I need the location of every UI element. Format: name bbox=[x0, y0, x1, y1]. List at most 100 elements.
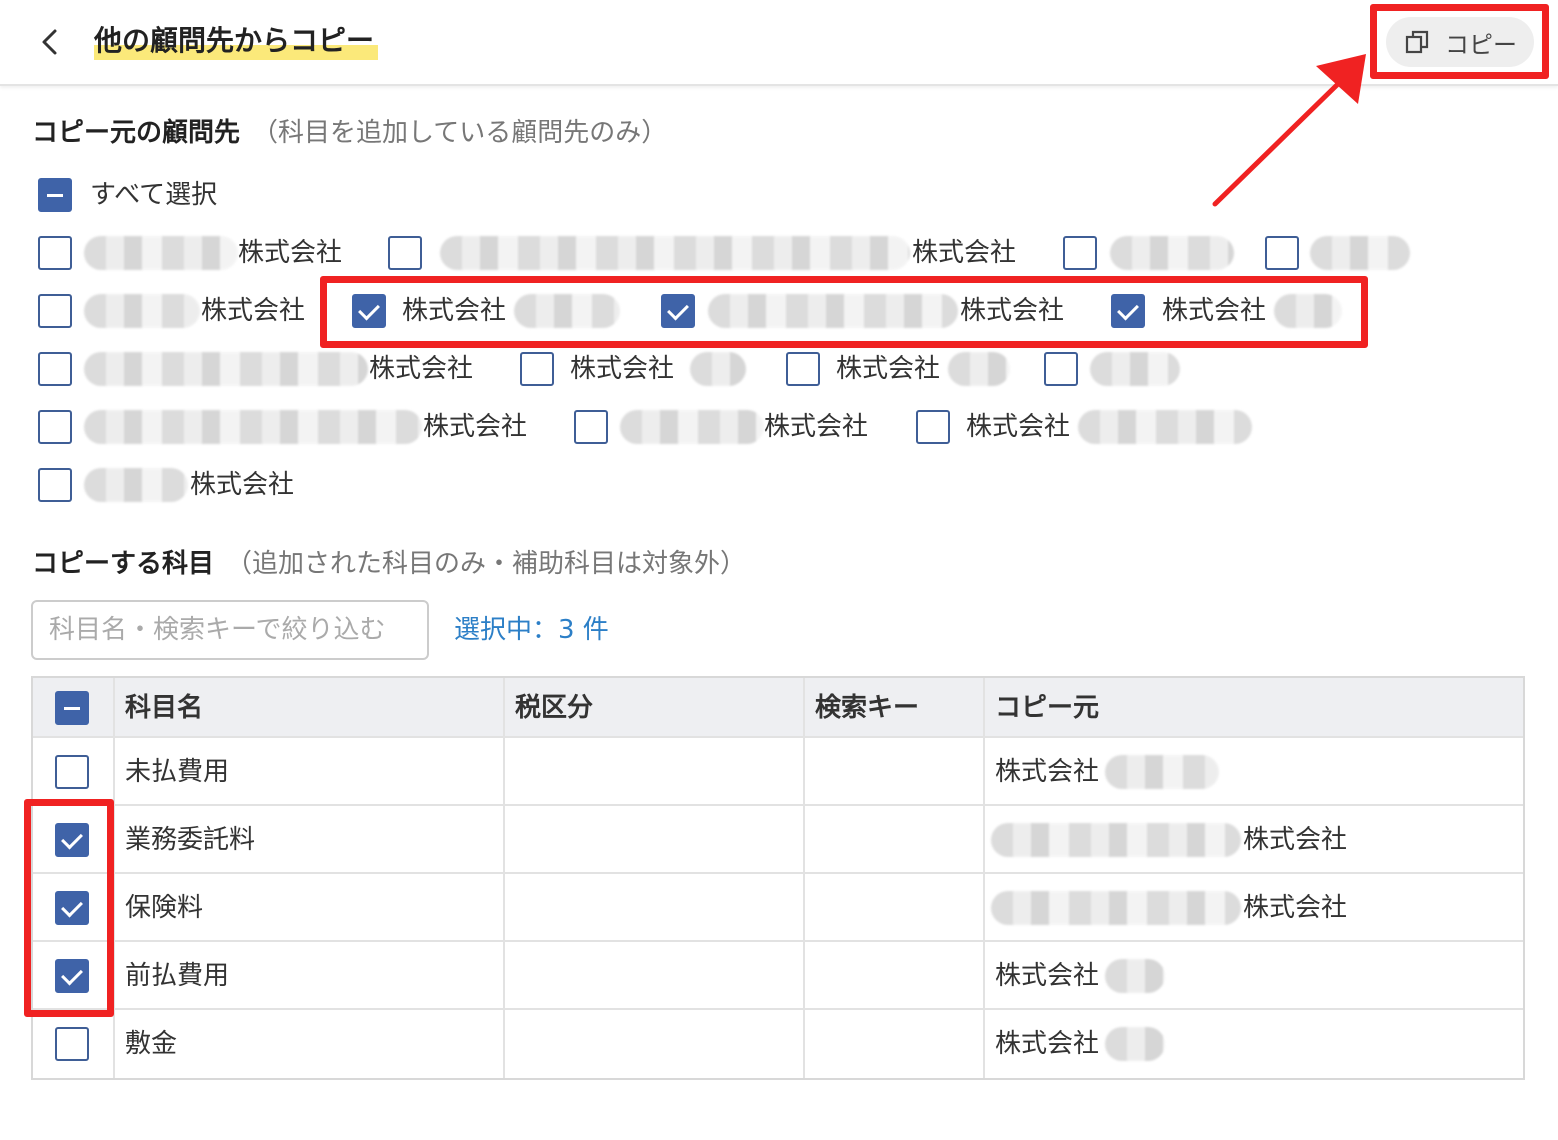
redacted-name bbox=[690, 352, 746, 386]
table-row[interactable]: 業務委託料 株式会社 bbox=[33, 806, 1523, 874]
company-label-13[interactable]: 株式会社 bbox=[423, 409, 527, 445]
company-checkbox-15[interactable] bbox=[916, 410, 950, 444]
column-header-source[interactable]: コピー元 bbox=[983, 678, 1523, 736]
source-company: 株式会社 bbox=[1243, 825, 1348, 855]
redacted-name bbox=[84, 468, 188, 502]
source-cell: 株式会社 bbox=[983, 738, 1523, 804]
row-checkbox[interactable] bbox=[55, 1027, 89, 1061]
accounts-title-note: （追加された科目のみ・補助科目は対象外） bbox=[226, 549, 747, 579]
header-select-all-checkbox[interactable] bbox=[55, 691, 89, 725]
row-checkbox-cell bbox=[33, 1010, 113, 1078]
tax-category bbox=[503, 806, 803, 872]
row-checkbox[interactable] bbox=[55, 959, 89, 993]
redacted-name bbox=[708, 294, 958, 328]
row-checkbox[interactable] bbox=[55, 755, 89, 789]
tax-category bbox=[503, 942, 803, 1008]
table-header-row: 科目名 税区分 検索キー コピー元 bbox=[33, 678, 1523, 738]
search-key bbox=[803, 738, 983, 804]
tax-category bbox=[503, 874, 803, 940]
company-checkbox-10[interactable] bbox=[520, 352, 554, 386]
company-checkbox-2[interactable] bbox=[388, 236, 422, 270]
copy-button[interactable]: コピー bbox=[1386, 17, 1534, 67]
source-company: 株式会社 bbox=[1243, 893, 1348, 923]
company-checkbox-4[interactable] bbox=[1265, 236, 1299, 270]
company-checkbox-11[interactable] bbox=[786, 352, 820, 386]
source-cell: 株式会社 bbox=[983, 806, 1523, 872]
company-label-14[interactable]: 株式会社 bbox=[764, 409, 868, 445]
company-checkbox-7[interactable] bbox=[661, 294, 695, 328]
copy-button-label: コピー bbox=[1445, 30, 1517, 59]
copy-icon bbox=[1405, 30, 1429, 54]
table-row[interactable]: 未払費用 株式会社 bbox=[33, 738, 1523, 806]
company-label-9[interactable]: 株式会社 bbox=[369, 351, 473, 387]
redacted-name bbox=[1274, 294, 1342, 328]
redacted-name bbox=[1090, 352, 1180, 386]
redacted-name bbox=[84, 236, 238, 270]
company-checkbox-12[interactable] bbox=[1044, 352, 1078, 386]
redacted-name bbox=[1105, 755, 1219, 789]
company-checkbox-3[interactable] bbox=[1063, 236, 1097, 270]
company-label-10[interactable]: 株式会社 bbox=[570, 351, 674, 387]
table-row[interactable]: 前払費用 株式会社 bbox=[33, 942, 1523, 1010]
row-checkbox-cell bbox=[33, 738, 113, 804]
account-filter-input[interactable] bbox=[31, 600, 429, 660]
accounts-table: 科目名 税区分 検索キー コピー元 未払費用 株式会社 業務委託料 株式会社 保… bbox=[31, 676, 1525, 1080]
redacted-name bbox=[1310, 236, 1410, 270]
account-name: 保険料 bbox=[113, 874, 503, 940]
search-key bbox=[803, 942, 983, 1008]
search-key bbox=[803, 1010, 983, 1078]
select-all-label[interactable]: すべて選択 bbox=[90, 177, 217, 213]
company-checkbox-14[interactable] bbox=[574, 410, 608, 444]
redacted-name bbox=[1105, 1027, 1165, 1061]
redacted-name bbox=[440, 236, 910, 270]
source-cell: 株式会社 bbox=[983, 1010, 1523, 1078]
redacted-name bbox=[84, 294, 200, 328]
redacted-name bbox=[991, 891, 1241, 925]
row-checkbox-cell bbox=[33, 874, 113, 940]
accounts-section-title: コピーする科目 （追加された科目のみ・補助科目は対象外） bbox=[32, 546, 746, 582]
company-label-8[interactable]: 株式会社 bbox=[1162, 293, 1266, 329]
redacted-name bbox=[948, 352, 1010, 386]
source-title-note: （科目を追加している顧問先のみ） bbox=[252, 118, 668, 148]
company-checkbox-16[interactable] bbox=[38, 468, 72, 502]
row-checkbox-cell bbox=[33, 942, 113, 1008]
column-header-tax[interactable]: 税区分 bbox=[503, 678, 803, 736]
company-checkbox-13[interactable] bbox=[38, 410, 72, 444]
source-company: 株式会社 bbox=[995, 757, 1100, 787]
source-cell: 株式会社 bbox=[983, 874, 1523, 940]
company-checkbox-9[interactable] bbox=[38, 352, 72, 386]
company-label-6[interactable]: 株式会社 bbox=[402, 293, 506, 329]
table-row[interactable]: 敷金 株式会社 bbox=[33, 1010, 1523, 1078]
redacted-name bbox=[514, 294, 620, 328]
company-label-15[interactable]: 株式会社 bbox=[966, 409, 1070, 445]
company-label-16[interactable]: 株式会社 bbox=[190, 467, 294, 503]
back-button[interactable] bbox=[30, 22, 70, 62]
company-checkbox-5[interactable] bbox=[38, 294, 72, 328]
select-all-checkbox[interactable] bbox=[38, 178, 72, 212]
search-key bbox=[803, 806, 983, 872]
company-checkbox-6[interactable] bbox=[352, 294, 386, 328]
chevron-left-icon bbox=[42, 29, 57, 55]
redacted-name bbox=[1110, 236, 1234, 270]
row-checkbox[interactable] bbox=[55, 823, 89, 857]
redacted-name bbox=[620, 410, 764, 444]
column-header-name[interactable]: 科目名 bbox=[113, 678, 503, 736]
company-label-7[interactable]: 株式会社 bbox=[960, 293, 1064, 329]
search-key bbox=[803, 874, 983, 940]
company-label-5[interactable]: 株式会社 bbox=[201, 293, 305, 329]
row-checkbox-cell bbox=[33, 806, 113, 872]
company-checkbox-8[interactable] bbox=[1111, 294, 1145, 328]
annotation-arrow-icon bbox=[1212, 54, 1366, 207]
source-cell: 株式会社 bbox=[983, 942, 1523, 1008]
company-label-11[interactable]: 株式会社 bbox=[836, 351, 940, 387]
company-checkbox-1[interactable] bbox=[38, 236, 72, 270]
redacted-name bbox=[1078, 410, 1252, 444]
column-header-key[interactable]: 検索キー bbox=[803, 678, 983, 736]
row-checkbox[interactable] bbox=[55, 891, 89, 925]
redacted-name bbox=[84, 410, 422, 444]
tax-category bbox=[503, 1010, 803, 1078]
table-row[interactable]: 保険料 株式会社 bbox=[33, 874, 1523, 942]
company-label-2[interactable]: 株式会社 bbox=[912, 235, 1016, 271]
redacted-name bbox=[991, 823, 1241, 857]
company-label-1[interactable]: 株式会社 bbox=[238, 235, 342, 271]
